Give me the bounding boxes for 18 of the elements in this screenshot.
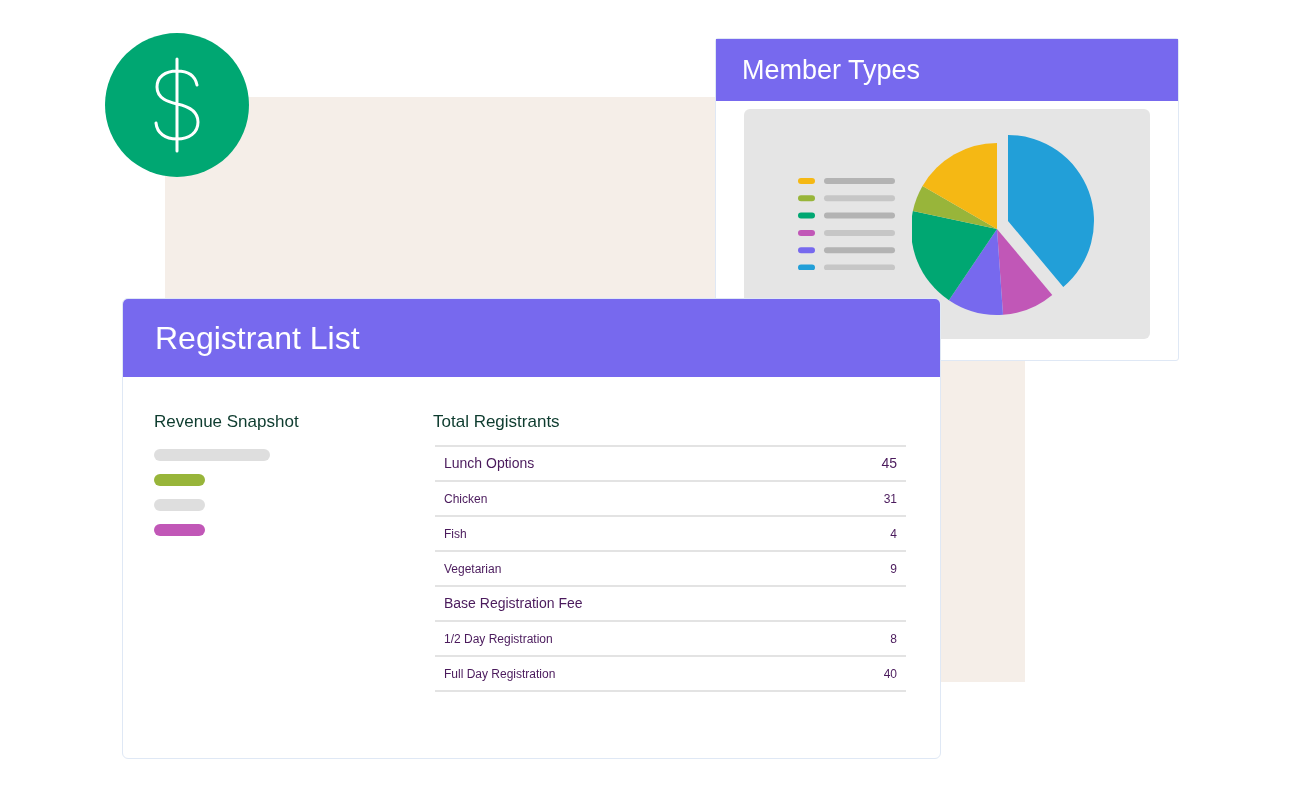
group-label: Base Registration Fee [444,594,583,613]
section-title: Total Registrants [433,411,561,433]
card-title: Member Types [742,53,921,87]
group-total: 45 [881,454,897,473]
row-value: 31 [883,490,897,508]
row-value: 40 [883,665,897,683]
dollar-icon [152,57,202,153]
group-label: Lunch Options [444,454,535,473]
section-title: Revenue Snapshot [154,411,300,433]
row-value: 8 [890,630,897,648]
row-label: Vegetarian [444,560,502,578]
row-label: Chicken [444,490,488,508]
row-label: Fish [444,525,467,543]
row-label: 1/2 Day Registration [444,630,553,648]
card-title: Registrant List [155,319,360,358]
row-value: 4 [890,525,897,543]
row-label: Full Day Registration [444,665,556,683]
row-value: 9 [890,560,897,578]
